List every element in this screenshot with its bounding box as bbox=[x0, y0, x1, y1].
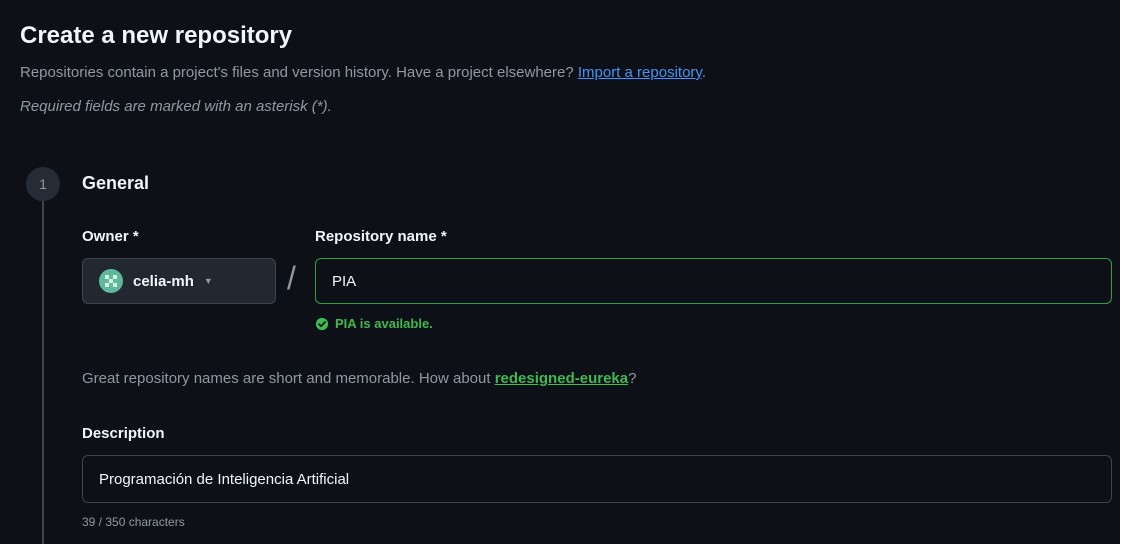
repository-name-label: Repository name * bbox=[315, 228, 447, 245]
availability-message: PIA is available. bbox=[315, 316, 433, 331]
owner-dropdown[interactable]: celia-mh ▼ bbox=[82, 258, 276, 304]
intro-end: . bbox=[701, 64, 706, 81]
description-input[interactable] bbox=[82, 455, 1112, 503]
description-label: Description bbox=[82, 425, 165, 442]
required-fields-note: Required fields are marked with an aster… bbox=[20, 98, 332, 115]
intro-text: Repositories contain a project's files a… bbox=[20, 64, 706, 81]
intro-sentence: Repositories contain a project's files a… bbox=[20, 64, 574, 81]
chevron-down-icon: ▼ bbox=[203, 276, 213, 286]
section-title-general: General bbox=[82, 173, 150, 193]
suggestion-text: Great repository names are short and mem… bbox=[82, 370, 491, 387]
window-edge bbox=[1120, 0, 1130, 544]
step-number-badge: 1 bbox=[26, 167, 60, 201]
name-suggestion: Great repository names are short and mem… bbox=[82, 370, 636, 387]
owner-name: celia-mh bbox=[133, 272, 194, 290]
suggested-name-link[interactable]: redesigned-eureka bbox=[495, 370, 628, 387]
page-title: Create a new repository bbox=[20, 22, 293, 49]
repository-name-input[interactable] bbox=[315, 258, 1112, 304]
check-circle-icon bbox=[315, 317, 329, 330]
owner-repo-separator: / bbox=[287, 260, 296, 296]
character-count: 39 / 350 characters bbox=[82, 515, 185, 529]
avatar-icon bbox=[99, 269, 123, 293]
owner-label: Owner * bbox=[82, 228, 139, 245]
import-repository-link[interactable]: Import a repository bbox=[578, 64, 702, 81]
step-connector-line bbox=[42, 196, 44, 544]
suggestion-end: ? bbox=[628, 370, 637, 387]
availability-text: PIA is available. bbox=[335, 316, 433, 331]
